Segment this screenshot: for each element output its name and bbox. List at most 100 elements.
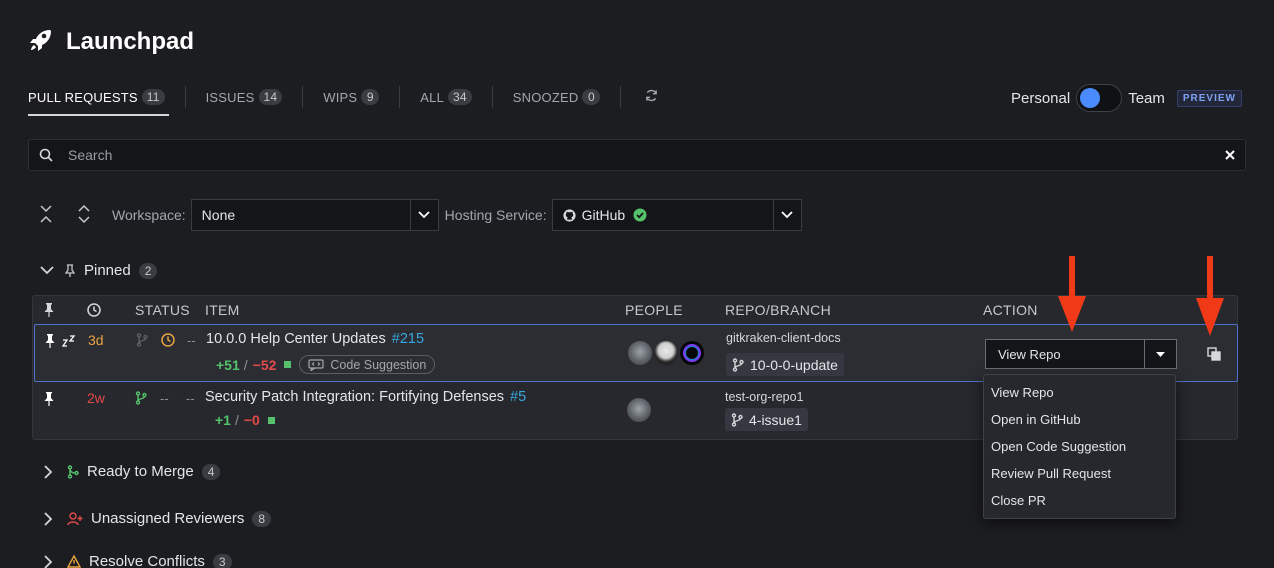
ready-to-merge-group-header[interactable]: Ready to Merge 4 bbox=[40, 463, 221, 480]
avatar[interactable] bbox=[625, 396, 653, 424]
additions-count: +51 bbox=[216, 356, 240, 373]
clock-icon bbox=[87, 303, 101, 320]
hosting-service-label: Hosting Service: bbox=[444, 207, 547, 223]
hosting-service-value: GitHub bbox=[581, 207, 626, 223]
chevron-right-icon bbox=[44, 554, 53, 568]
branch-chip[interactable]: 10-0-0-update bbox=[726, 353, 844, 376]
action-select[interactable]: View Repo bbox=[985, 339, 1145, 369]
tab-all[interactable]: ALL 34 bbox=[400, 80, 491, 114]
deletions-count: −52 bbox=[252, 356, 277, 373]
connected-check-icon bbox=[633, 208, 647, 222]
tab-issues[interactable]: ISSUES 14 bbox=[186, 80, 303, 114]
pinned-icon[interactable] bbox=[43, 392, 55, 411]
action-select-value: View Repo bbox=[998, 346, 1061, 362]
pin-icon bbox=[43, 303, 55, 320]
pr-number-link[interactable]: #215 bbox=[392, 331, 424, 347]
branch-chip[interactable]: 4-issue1 bbox=[725, 408, 808, 431]
tab-count: 11 bbox=[141, 89, 165, 105]
avatar[interactable] bbox=[652, 339, 680, 367]
item-title-line: Security Patch Integration: Fortifying D… bbox=[205, 388, 526, 406]
code-suggestion-chip[interactable]: Code Suggestion bbox=[299, 355, 436, 374]
search-bar bbox=[28, 139, 1246, 171]
chevron-down-icon bbox=[772, 200, 801, 230]
chip-label: Code Suggestion bbox=[330, 357, 427, 372]
pinned-icon[interactable] bbox=[44, 334, 56, 353]
branch-status-icon bbox=[136, 333, 148, 352]
avatar[interactable] bbox=[678, 339, 706, 367]
tab-wips[interactable]: WIPS 9 bbox=[303, 80, 399, 114]
preview-badge: PREVIEW bbox=[1176, 89, 1242, 107]
page-title: Launchpad bbox=[66, 28, 195, 55]
tab-label: ISSUES bbox=[205, 89, 255, 105]
expand-all-button[interactable] bbox=[74, 201, 94, 229]
clear-search-icon[interactable] bbox=[1225, 150, 1235, 160]
repo-branch-column-header: REPO/BRANCH bbox=[725, 302, 831, 318]
group-count: 2 bbox=[138, 262, 158, 279]
refresh-button[interactable] bbox=[621, 80, 682, 114]
group-label: Ready to Merge bbox=[87, 463, 194, 480]
pin-icon bbox=[64, 263, 76, 278]
menu-item-review-pull-request[interactable]: Review Pull Request bbox=[984, 460, 1175, 487]
group-label: Pinned bbox=[84, 262, 131, 279]
people-column-header: PEOPLE bbox=[625, 302, 683, 318]
action-dropdown-menu: View Repo Open in GitHub Open Code Sugge… bbox=[983, 374, 1176, 519]
diff-separator: / bbox=[234, 412, 239, 428]
resolve-conflicts-group-header[interactable]: Resolve Conflicts 3 bbox=[40, 553, 232, 568]
action-column-header: ACTION bbox=[983, 302, 1038, 318]
menu-item-open-in-github[interactable]: Open in GitHub bbox=[984, 406, 1175, 433]
status-dash: -- bbox=[186, 391, 195, 406]
toggle-switch[interactable] bbox=[1076, 84, 1123, 112]
caret-down-icon bbox=[1156, 351, 1165, 357]
tab-snoozed[interactable]: SNOOZED 0 bbox=[493, 80, 621, 114]
search-input[interactable] bbox=[53, 147, 1225, 163]
item-column-header: ITEM bbox=[205, 302, 240, 318]
repo-name: test-org-repo1 bbox=[725, 390, 804, 404]
item-title[interactable]: 10.0.0 Help Center Updates bbox=[206, 331, 386, 347]
action-dropdown-button[interactable] bbox=[1145, 339, 1177, 369]
deletions-count: −0 bbox=[243, 412, 260, 428]
personal-team-toggle: Personal Team PREVIEW bbox=[1011, 84, 1242, 112]
tab-count: 34 bbox=[448, 89, 472, 105]
group-label: Unassigned Reviewers bbox=[91, 510, 245, 527]
clock-warning-icon bbox=[161, 333, 175, 352]
menu-item-close-pr[interactable]: Close PR bbox=[984, 487, 1175, 514]
pr-number-link[interactable]: #5 bbox=[510, 389, 526, 405]
pinned-group-header[interactable]: Pinned 2 bbox=[40, 262, 158, 279]
avatar[interactable] bbox=[626, 339, 654, 367]
snooze-icon[interactable] bbox=[61, 334, 76, 351]
collapse-all-button[interactable] bbox=[36, 201, 56, 229]
repo-name: gitkraken-client-docs bbox=[726, 331, 841, 345]
status-column-header: STATUS bbox=[135, 302, 190, 318]
refresh-icon bbox=[645, 89, 658, 105]
branch-icon bbox=[731, 412, 743, 427]
menu-item-open-code-suggestion[interactable]: Open Code Suggestion bbox=[984, 433, 1175, 460]
tab-label: PULL REQUESTS bbox=[28, 89, 138, 105]
workspace-label: Workspace: bbox=[112, 207, 186, 223]
diff-stats: +1 / −0 bbox=[215, 412, 275, 428]
chevron-right-icon bbox=[44, 511, 53, 526]
annotation-arrow-icon bbox=[1196, 256, 1224, 336]
item-age: 2w bbox=[87, 390, 105, 406]
group-count: 4 bbox=[201, 463, 221, 480]
merge-icon bbox=[67, 464, 79, 479]
tab-pull-requests[interactable]: PULL REQUESTS 11 bbox=[8, 80, 185, 116]
page-header: Launchpad bbox=[28, 26, 194, 58]
workspace-value: None bbox=[201, 207, 236, 223]
chevron-down-icon bbox=[40, 266, 54, 275]
tab-label: WIPS bbox=[323, 89, 358, 105]
filter-bar: Workspace: None Hosting Service: GitHub bbox=[36, 199, 802, 231]
hosting-service-display: GitHub bbox=[563, 207, 648, 223]
copy-button[interactable] bbox=[1203, 343, 1225, 365]
chevron-right-icon bbox=[44, 464, 53, 479]
annotation-arrow-icon bbox=[1058, 256, 1086, 332]
item-title-line: 10.0.0 Help Center Updates #215 bbox=[206, 330, 424, 348]
unassigned-reviewers-group-header[interactable]: Unassigned Reviewers 8 bbox=[40, 510, 272, 527]
workspace-select[interactable]: None bbox=[190, 199, 439, 231]
tab-label: SNOOZED bbox=[512, 89, 579, 105]
collapse-all-icon bbox=[39, 203, 53, 228]
warning-icon bbox=[67, 555, 81, 568]
menu-item-view-repo[interactable]: View Repo bbox=[984, 379, 1175, 406]
expand-all-icon bbox=[77, 203, 91, 228]
hosting-service-select[interactable]: GitHub bbox=[551, 199, 802, 231]
item-title[interactable]: Security Patch Integration: Fortifying D… bbox=[205, 389, 504, 405]
